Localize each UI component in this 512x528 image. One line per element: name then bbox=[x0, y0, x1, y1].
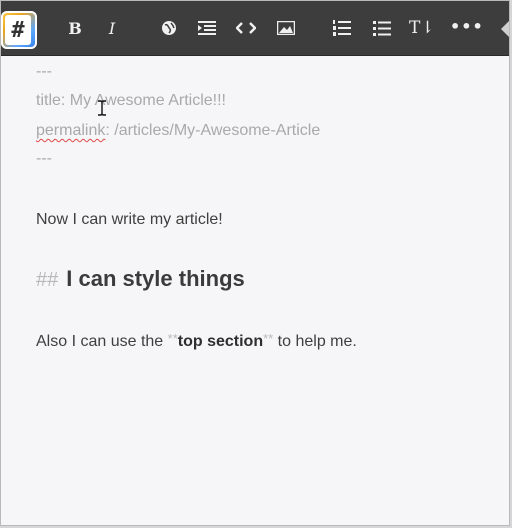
italic-button[interactable]: I bbox=[101, 17, 123, 39]
heading-text: I can style things bbox=[66, 266, 245, 291]
bold-marker-open: ** bbox=[167, 331, 178, 346]
collapse-icon[interactable] bbox=[501, 21, 509, 37]
formatting-toolbar: # B I T⇂ ••• bbox=[1, 1, 509, 56]
frontmatter-title: title: My Awesome Article!!! bbox=[36, 92, 226, 109]
frontmatter-open: --- bbox=[36, 63, 52, 80]
ordered-list-icon[interactable] bbox=[331, 17, 353, 39]
globe-icon[interactable] bbox=[158, 17, 180, 39]
bullet-list-icon[interactable] bbox=[371, 17, 393, 39]
indent-icon[interactable] bbox=[196, 17, 218, 39]
frontmatter-close: --- bbox=[36, 150, 52, 167]
code-icon[interactable] bbox=[235, 17, 257, 39]
logo-icon[interactable]: # bbox=[1, 11, 37, 49]
paragraph-2: Also I can use the **top section** to he… bbox=[36, 331, 357, 351]
editor-window: # B I T⇂ ••• --- title: My Awesome Artic… bbox=[0, 0, 510, 526]
frontmatter-permalink: permalink: /articles/My-Awesome-Article bbox=[36, 122, 320, 140]
permalink-key: permalink bbox=[36, 122, 106, 139]
permalink-value: : /articles/My-Awesome-Article bbox=[105, 122, 321, 139]
image-icon[interactable] bbox=[275, 17, 297, 39]
bold-marker-close: ** bbox=[263, 331, 274, 346]
paragraph-2-prefix: Also I can use the bbox=[36, 333, 168, 350]
heading-marker: ## bbox=[36, 269, 59, 291]
logo-char: # bbox=[5, 15, 31, 45]
paragraph-2-suffix: to help me. bbox=[273, 333, 357, 350]
markdown-editor[interactable]: --- title: My Awesome Article!!! permali… bbox=[1, 56, 509, 525]
paragraph-1: Now I can write my article! bbox=[36, 211, 223, 228]
heading-2: ## I can style things bbox=[36, 266, 245, 292]
text-cursor-icon bbox=[97, 100, 107, 116]
bold-text: top section bbox=[177, 333, 264, 350]
more-icon[interactable]: ••• bbox=[450, 15, 484, 37]
bold-button[interactable]: B bbox=[64, 17, 86, 39]
text-size-icon[interactable]: T⇂ bbox=[409, 17, 435, 39]
